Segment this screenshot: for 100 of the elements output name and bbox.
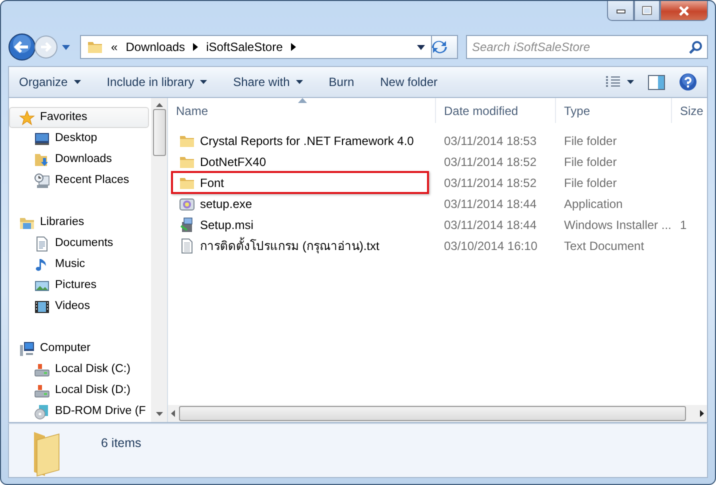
caret-icon — [296, 80, 303, 84]
view-list-icon — [605, 76, 621, 88]
maximize-button[interactable] — [634, 1, 660, 21]
monitor-icon — [34, 130, 50, 146]
nav-item[interactable]: Music — [9, 254, 149, 275]
breadcrumb-item[interactable]: Downloads — [126, 38, 186, 56]
minimize-icon — [616, 8, 626, 14]
nav-item[interactable]: Local Disk (C:) — [9, 359, 149, 380]
file-size: 1 — [680, 218, 687, 232]
toolbar-button[interactable]: Include in library — [106, 71, 208, 93]
nav-item[interactable]: Videos — [9, 296, 149, 317]
folder-icon — [87, 39, 103, 55]
caret-icon — [627, 80, 634, 84]
file-name[interactable]: Crystal Reports for .NET Framework 4.0 — [200, 132, 414, 150]
date-modified: 03/11/2014 18:44 — [444, 196, 537, 210]
back-button[interactable] — [8, 33, 36, 61]
dropdown-caret-icon[interactable] — [417, 44, 425, 50]
installer-package-icon — [179, 216, 195, 232]
help-icon — [679, 73, 697, 91]
scroll-thumb[interactable] — [152, 109, 166, 156]
column-header[interactable]: Type — [556, 98, 672, 123]
search-icon[interactable] — [689, 40, 703, 54]
nav-label: Videos — [55, 298, 90, 314]
refresh-button[interactable] — [432, 35, 458, 59]
optical-disc-icon — [34, 404, 50, 420]
nav-item[interactable]: Desktop — [9, 128, 149, 149]
date-modified: 03/10/2014 16:10 — [444, 238, 538, 252]
help-button[interactable] — [679, 71, 697, 93]
address-bar[interactable]: « Downloads iSoftSaleStore — [80, 35, 432, 59]
column-header[interactable]: Name — [168, 98, 436, 123]
nav-item[interactable]: Recent Places — [9, 170, 149, 191]
file-name[interactable]: Setup.msi — [200, 216, 254, 234]
nav-group-item[interactable]: Computer — [9, 338, 149, 359]
nav-label: Documents — [55, 236, 114, 251]
nav-label: Pictures — [55, 278, 97, 293]
nav-item[interactable]: Downloads — [9, 149, 149, 170]
date-modified: 03/11/2014 18:52 — [444, 176, 537, 190]
nav-group-item[interactable]: Libraries — [9, 212, 149, 233]
breadcrumb-overflow[interactable]: « — [111, 38, 118, 56]
chevron-icon[interactable] — [193, 43, 198, 51]
horizontal-scrollbar[interactable] — [168, 405, 707, 422]
scroll-up-icon[interactable] — [156, 103, 162, 107]
nav-item[interactable]: BD-ROM Drive (F — [9, 401, 149, 422]
scroll-left-icon[interactable] — [171, 410, 175, 417]
toolbar-button[interactable]: New folder — [380, 71, 438, 93]
setup-program-icon — [179, 196, 195, 212]
file-name[interactable]: Font — [200, 174, 224, 192]
scroll-thumb[interactable] — [179, 406, 686, 421]
date-modified: 03/11/2014 18:52 — [444, 154, 537, 168]
nav-label: Recent Places — [55, 172, 130, 188]
date-modified: 03/11/2014 18:53 — [444, 134, 537, 148]
caret-icon — [74, 80, 81, 84]
toolbar-button[interactable]: Share with — [233, 71, 303, 93]
file-type: File folder — [564, 134, 617, 148]
nav-group-item[interactable]: Favorites — [9, 107, 149, 128]
refresh-icon — [432, 40, 448, 54]
preview-pane-icon — [648, 74, 665, 90]
sort-arrow-icon — [298, 98, 307, 103]
vertical-scrollbar[interactable] — [151, 98, 167, 422]
nav-label: Downloads — [55, 152, 112, 167]
file-type: Application — [564, 196, 623, 210]
nav-label: Desktop — [55, 130, 98, 146]
column-header[interactable]: Size — [672, 98, 707, 123]
close-icon — [678, 6, 690, 16]
breadcrumb-item[interactable]: iSoftSaleStore — [206, 38, 283, 56]
nav-item[interactable]: Pictures — [9, 275, 149, 296]
file-name[interactable]: การติดตั้งโปรแกรม (กรุณาอ่าน).txt — [200, 236, 380, 254]
nav-item[interactable]: Local Disk (D:) — [9, 380, 149, 401]
chevron-icon[interactable] — [290, 43, 296, 51]
nav-label: BD-ROM Drive (F — [55, 404, 146, 419]
recent-pages-button[interactable] — [62, 44, 70, 50]
nav-item[interactable]: Documents — [9, 233, 149, 254]
toolbar-button[interactable]: Burn — [328, 71, 354, 93]
computer-icon — [19, 340, 35, 356]
nav-label: Local Disk (C:) — [55, 362, 130, 377]
scroll-down-icon[interactable] — [156, 412, 162, 416]
toolbar-button[interactable]: Organize — [19, 71, 81, 93]
hard-drive-icon — [34, 382, 50, 398]
nav-label: Music — [55, 256, 86, 272]
item-count: 6 items — [101, 435, 142, 452]
nav-label: Local Disk (D:) — [55, 382, 130, 398]
dropdown-caret-icon — [62, 44, 70, 50]
star-icon — [19, 110, 35, 126]
preview-pane-button[interactable] — [648, 72, 665, 92]
search-field[interactable]: Search iSoftSaleStore — [466, 35, 708, 59]
file-type: File folder — [564, 176, 617, 190]
column-header[interactable]: Date modified — [436, 98, 556, 123]
nav-label: Computer — [40, 340, 90, 356]
close-button[interactable] — [660, 1, 708, 21]
nav-label: Favorites — [40, 110, 88, 125]
view-options-button[interactable] — [605, 74, 634, 90]
maximize-icon — [642, 6, 652, 15]
file-type: Windows Installer ... — [564, 218, 672, 232]
text-file-icon — [179, 238, 195, 254]
film-strip-icon — [34, 298, 50, 314]
file-name[interactable]: setup.exe — [200, 194, 252, 212]
file-name[interactable]: DotNetFX40 — [200, 152, 266, 170]
scroll-right-icon[interactable] — [700, 410, 704, 417]
minimize-button[interactable] — [607, 1, 634, 21]
folder-download-icon — [34, 152, 50, 168]
